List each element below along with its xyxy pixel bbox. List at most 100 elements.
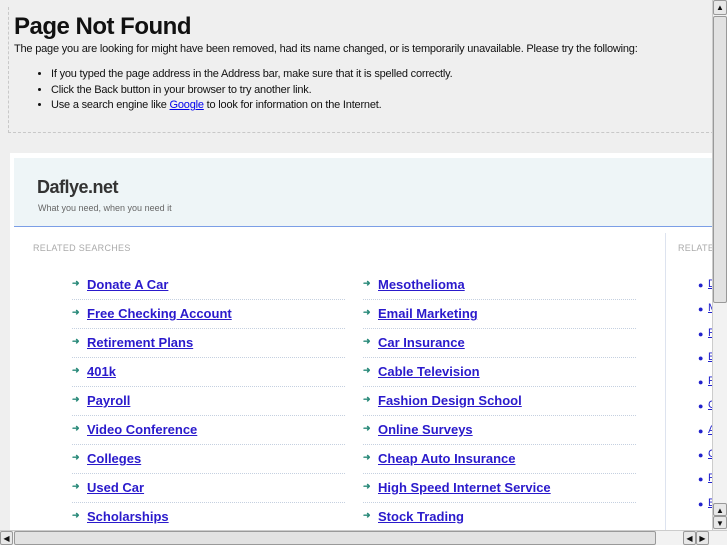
right-links-column: ➜ Mesothelioma ➜ Email Marketing ➜ Car Insura… (363, 271, 636, 530)
scroll-left-button-2[interactable]: ◀ (683, 531, 696, 545)
arrow-right-icon: ➜ (363, 307, 371, 317)
tip-item: Click the Back button in your browser to… (51, 83, 708, 99)
arrow-right-icon: ➜ (363, 452, 371, 462)
side-link-item: ● F (698, 327, 712, 353)
related-link[interactable]: Stock Trading (378, 509, 464, 524)
tip-item: If you typed the page address in the Add… (51, 67, 708, 83)
arrow-right-icon: ➜ (72, 365, 80, 375)
bullet-icon: ● (698, 304, 704, 315)
side-link-item: ● C (698, 448, 712, 474)
error-message: The page you are looking for might have … (14, 43, 638, 55)
side-links-column: ●D●M●F●E●F●C●A●C●F●E (698, 278, 712, 523)
bullet-icon: ● (698, 425, 704, 436)
arrow-right-icon: ➜ (363, 365, 371, 375)
related-link-item: ➜ Car Insurance (363, 329, 636, 358)
tips-list: If you typed the page address in the Add… (51, 67, 708, 114)
related-link[interactable]: Donate A Car (87, 277, 168, 292)
tip-item: Use a search engine like Google to look … (51, 98, 708, 114)
bullet-icon: ● (698, 352, 704, 363)
bullet-icon: ● (698, 280, 704, 290)
related-link[interactable]: Cheap Auto Insurance (378, 451, 515, 466)
bullet-icon: ● (698, 450, 704, 461)
related-link[interactable]: Payroll (87, 393, 130, 408)
side-link-item: ● E (698, 351, 712, 377)
scroll-up-button[interactable]: ▲ (713, 0, 727, 15)
related-link[interactable]: High Speed Internet Service (378, 480, 551, 495)
related-link-item: ➜ Cable Television (363, 358, 636, 387)
side-link-item: ● E (698, 497, 712, 523)
arrow-right-icon: ➜ (363, 278, 371, 288)
related-link[interactable]: Colleges (87, 451, 141, 466)
related-link-item: ➜ Cheap Auto Insurance (363, 445, 636, 474)
horizontal-scrollbar-thumb[interactable] (14, 531, 656, 545)
related-link-item: ➜ Fashion Design School (363, 387, 636, 416)
scroll-left-button[interactable]: ◀ (0, 531, 13, 545)
scroll-right-button[interactable]: ▶ (696, 531, 709, 545)
bullet-icon: ● (698, 377, 704, 388)
related-link-item: ➜ Payroll (72, 387, 345, 416)
arrow-right-icon: ➜ (363, 394, 371, 404)
arrow-right-icon: ➜ (72, 307, 80, 317)
related-link-item: ➜ Mesothelioma (363, 271, 636, 300)
scroll-up-button-inner[interactable]: ▲ (713, 503, 727, 516)
google-link[interactable]: Google (170, 99, 204, 111)
arrow-right-icon: ➜ (72, 481, 80, 491)
bullet-icon: ● (698, 498, 704, 509)
arrow-right-icon: ➜ (72, 278, 80, 288)
bullet-icon: ● (698, 401, 704, 412)
related-link[interactable]: Mesothelioma (378, 277, 465, 292)
related-searches-label: RELATED SEARCHES (33, 243, 131, 253)
related-link[interactable]: Online Surveys (378, 422, 473, 437)
related-link[interactable]: Email Marketing (378, 306, 478, 321)
bullet-icon: ● (698, 328, 704, 339)
side-link-item: ● F (698, 472, 712, 498)
arrow-right-icon: ➜ (363, 336, 371, 346)
side-link-item: ● A (698, 424, 712, 450)
column-divider (665, 233, 666, 530)
site-name: Daflye.net (37, 177, 119, 197)
arrow-right-icon: ➜ (363, 423, 371, 433)
scrollbar-thumb[interactable] (713, 16, 727, 303)
related-link[interactable]: Retirement Plans (87, 335, 193, 350)
arrow-right-icon: ➜ (72, 452, 80, 462)
side-link-item: ● D (698, 278, 712, 304)
related-link-item: ➜ Scholarships (72, 503, 345, 530)
arrow-right-icon: ➜ (363, 481, 371, 491)
site-header: Daflye.net What you need, when you need … (14, 158, 712, 227)
related-link[interactable]: Video Conference (87, 422, 197, 437)
related-link-item: ➜ Video Conference (72, 416, 345, 445)
related-link[interactable]: Cable Television (378, 364, 480, 379)
left-links-column: ➜ Donate A Car ➜ Free Checking Account ➜ Reti… (72, 271, 345, 530)
page-title: Page Not Found (14, 13, 191, 40)
related-link-item: ➜ High Speed Internet Service (363, 474, 636, 503)
tip-text: to look for information on the Internet. (203, 99, 382, 111)
related-searches-label-right: RELATE (678, 243, 712, 253)
related-link[interactable]: Fashion Design School (378, 393, 522, 408)
tip-text: Use a search engine like (51, 99, 170, 111)
related-link-item: ➜ Used Car (72, 474, 345, 503)
related-link[interactable]: Used Car (87, 480, 144, 495)
parked-domain-frame: Daflye.net What you need, when you need … (10, 153, 712, 530)
arrow-right-icon: ➜ (363, 510, 371, 520)
related-link-item: ➜ 401k (72, 358, 345, 387)
vertical-scrollbar[interactable]: ▲ ▲ ▼ (712, 0, 727, 530)
related-link[interactable]: 401k (87, 364, 116, 379)
arrow-right-icon: ➜ (72, 510, 80, 520)
related-link-item: ➜ Stock Trading (363, 503, 636, 530)
scroll-down-button[interactable]: ▼ (713, 516, 727, 529)
side-link-item: ● C (698, 399, 712, 425)
arrow-right-icon: ➜ (72, 394, 80, 404)
arrow-right-icon: ➜ (72, 423, 80, 433)
related-link-item: ➜ Retirement Plans (72, 329, 345, 358)
arrow-right-icon: ➜ (72, 336, 80, 346)
related-link-item: ➜ Online Surveys (363, 416, 636, 445)
related-link[interactable]: Car Insurance (378, 335, 465, 350)
horizontal-scrollbar[interactable]: ◀ ◀ ▶ (0, 530, 727, 545)
related-link[interactable]: Scholarships (87, 509, 169, 524)
error-panel: Page Not Found The page you are looking … (8, 7, 714, 133)
side-link-item: ●M (698, 302, 712, 328)
related-link-item: ➜ Email Marketing (363, 300, 636, 329)
related-link-item: ➜ Colleges (72, 445, 345, 474)
site-tagline: What you need, when you need it (38, 203, 172, 213)
related-link[interactable]: Free Checking Account (87, 306, 232, 321)
